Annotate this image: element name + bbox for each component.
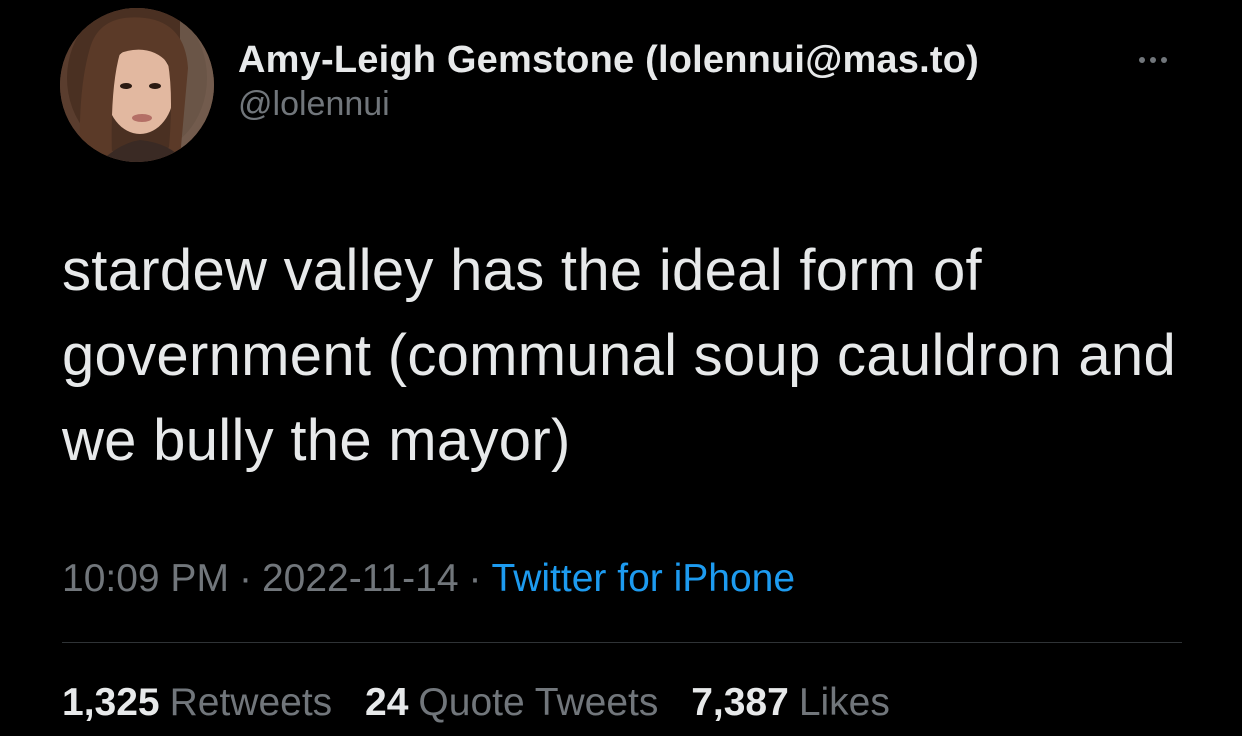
display-name[interactable]: Amy-Leigh Gemstone (lolennui@mas.to) (238, 38, 979, 82)
retweets-label: Retweets (169, 681, 333, 724)
likes-stat[interactable]: 7,387 Likes (691, 676, 890, 730)
tweet-text: stardew valley has the ideal form of gov… (62, 238, 1177, 473)
tweet-stats: 1,325 Retweets 24 Quote Tweets 7,387 Likes (62, 676, 912, 730)
more-dot (1139, 57, 1145, 63)
tweet-date[interactable]: 2022-11-14 (262, 557, 459, 600)
author-block: Amy-Leigh Gemstone (lolennui@mas.to) @lo… (238, 38, 979, 124)
avatar[interactable] (60, 8, 214, 162)
quotes-count: 24 (365, 681, 409, 724)
likes-count: 7,387 (691, 681, 789, 724)
quotes-label: Quote Tweets (418, 681, 659, 724)
retweets-stat[interactable]: 1,325 Retweets (62, 676, 332, 730)
user-handle[interactable]: @lolennui (238, 84, 979, 124)
quote-tweets-stat[interactable]: 24 Quote Tweets (365, 676, 658, 730)
more-dot (1150, 57, 1156, 63)
tweet-source-link[interactable]: Twitter for iPhone (492, 557, 795, 600)
tweet-time[interactable]: 10:09 PM (62, 557, 229, 600)
more-horizontal-icon[interactable] (1128, 48, 1178, 72)
tweet-detail: Amy-Leigh Gemstone (lolennui@mas.to) @lo… (0, 0, 1242, 736)
likes-label: Likes (798, 681, 890, 724)
tweet-meta: 10:09 PM · 2022-11-14 · Twitter for iPhone (62, 554, 795, 604)
divider (62, 642, 1182, 643)
more-dot (1161, 57, 1167, 63)
meta-separator: · (238, 557, 252, 600)
meta-separator: · (468, 557, 482, 600)
retweets-count: 1,325 (62, 681, 160, 724)
avatar-photo (60, 8, 214, 162)
